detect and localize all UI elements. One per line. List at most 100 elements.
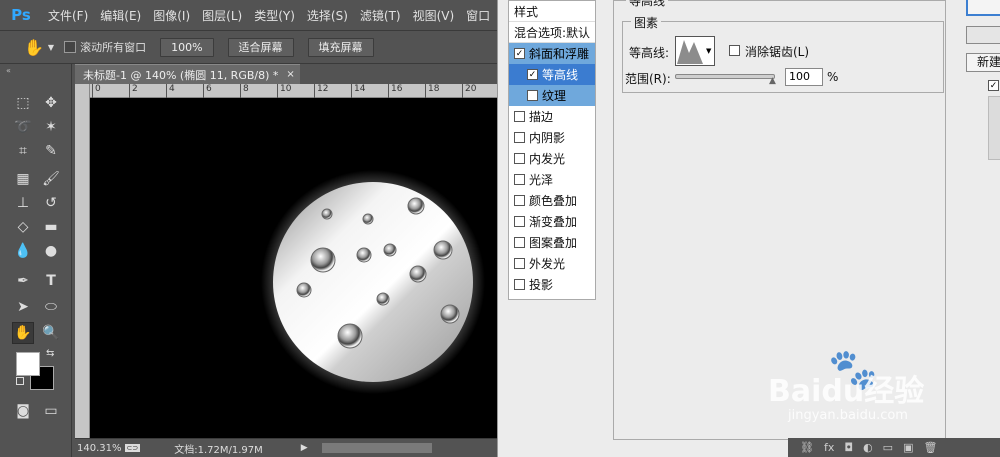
styles-header[interactable]: 样式: [509, 1, 595, 22]
marquee-icon[interactable]: ⬚: [12, 92, 34, 114]
style-label: 图案叠加: [529, 236, 578, 250]
style-item-texture[interactable]: 纹理: [509, 85, 595, 106]
fit-screen-button[interactable]: 适合屏幕: [227, 37, 294, 57]
range-input[interactable]: 100: [785, 68, 823, 86]
ruler-tick-label: 4: [166, 84, 175, 98]
contour-checkbox[interactable]: ✓: [527, 69, 538, 80]
preview-checkbox[interactable]: ✓: [988, 80, 999, 91]
magic-wand-icon[interactable]: ✶: [40, 116, 62, 138]
lasso-icon[interactable]: ➰: [12, 116, 34, 138]
menu-select[interactable]: 选择(S): [307, 7, 348, 24]
horizontal-scrollbar[interactable]: [321, 443, 432, 453]
zoom-level[interactable]: 140.31%: [77, 443, 122, 454]
new-layer-icon[interactable]: ▣: [903, 441, 913, 454]
folder-icon[interactable]: ▭: [883, 441, 893, 454]
range-slider[interactable]: [675, 74, 775, 79]
menu-view[interactable]: 视图(V): [413, 7, 455, 24]
scroll-all-checkbox[interactable]: [64, 41, 77, 53]
new-style-button[interactable]: 新建: [966, 53, 1000, 72]
link-icon[interactable]: ⛓: [800, 441, 814, 454]
pen-icon[interactable]: ✒: [12, 270, 34, 292]
style-item-pattern-overlay[interactable]: 图案叠加: [509, 232, 595, 253]
adjustment-icon[interactable]: ◐: [863, 441, 873, 454]
bevel-emboss-checkbox[interactable]: ✓: [514, 48, 525, 59]
color-overlay-checkbox[interactable]: [514, 195, 525, 206]
ruler-tick-label: 6: [203, 84, 212, 98]
contour-label: 等高线:: [629, 46, 670, 60]
style-item-inner-glow[interactable]: 内发光: [509, 148, 595, 169]
collapse-icon[interactable]: «: [6, 66, 11, 75]
eyedropper-icon[interactable]: ✎: [40, 140, 62, 162]
type-icon[interactable]: T: [40, 270, 62, 292]
document-tab[interactable]: 未标题-1 @ 140% (椭圆 11, RGB/8) * ×: [75, 64, 300, 84]
style-item-contour[interactable]: ✓ 等高线: [509, 64, 595, 85]
outer-glow-checkbox[interactable]: [514, 258, 525, 269]
style-item-gradient-overlay[interactable]: 渐变叠加: [509, 211, 595, 232]
style-label: 颜色叠加: [529, 194, 578, 208]
trash-icon[interactable]: 🗑: [923, 441, 937, 454]
style-item-color-overlay[interactable]: 颜色叠加: [509, 190, 595, 211]
antialias-checkbox[interactable]: [729, 45, 740, 56]
style-item-drop-shadow[interactable]: 投影: [509, 274, 595, 295]
menu-image[interactable]: 图像(I): [153, 7, 190, 24]
stroke-checkbox[interactable]: [514, 111, 525, 122]
gradient-overlay-checkbox[interactable]: [514, 216, 525, 227]
style-item-outer-glow[interactable]: 外发光: [509, 253, 595, 274]
menu-edit[interactable]: 编辑(E): [100, 7, 141, 24]
baidu-watermark-brand: Baidu经验: [768, 374, 925, 409]
contour-picker[interactable]: ▼: [675, 36, 715, 66]
horizontal-ruler: 0246810121416182022: [90, 84, 513, 98]
style-item-bevel-emboss[interactable]: ✓ 斜面和浮雕: [509, 43, 595, 64]
preset-dropdown-icon[interactable]: ▼: [48, 43, 54, 52]
contour-dropdown-icon[interactable]: ▼: [706, 47, 711, 65]
status-arrow-icon[interactable]: ▶: [301, 443, 308, 453]
quick-mask-icon[interactable]: ◙: [12, 400, 34, 422]
menu-layer[interactable]: 图层(L): [202, 7, 242, 24]
drop-shadow-checkbox[interactable]: [514, 279, 525, 290]
move-icon[interactable]: ✥: [40, 92, 62, 114]
zoom-100-button[interactable]: 100%: [160, 37, 214, 57]
crop-icon[interactable]: ⌗: [12, 140, 34, 162]
hand-icon[interactable]: ✋: [12, 322, 34, 344]
menu-type[interactable]: 类型(Y): [254, 7, 295, 24]
zoom-icon[interactable]: 🔍: [40, 322, 62, 344]
swap-colors-icon[interactable]: ⇆: [46, 348, 54, 359]
menu-file[interactable]: 文件(F): [48, 7, 88, 24]
mask-icon[interactable]: ◘: [844, 441, 853, 454]
inner-shadow-checkbox[interactable]: [514, 132, 525, 143]
cancel-button[interactable]: [966, 26, 1000, 44]
default-colors-icon[interactable]: [16, 377, 24, 385]
pattern-overlay-checkbox[interactable]: [514, 237, 525, 248]
fill-screen-button[interactable]: 填充屏幕: [307, 37, 374, 57]
brush-icon[interactable]: 🖌: [40, 168, 62, 190]
clone-stamp-icon[interactable]: ⊥: [12, 192, 34, 214]
foreground-color-swatch[interactable]: [16, 352, 40, 376]
ok-button[interactable]: [966, 0, 1000, 16]
history-brush-icon[interactable]: ↺: [40, 192, 62, 214]
close-tab-icon[interactable]: ×: [286, 69, 294, 80]
blend-options-item[interactable]: 混合选项:默认: [509, 22, 595, 43]
document-info: 文档:1.72M/1.97M: [174, 444, 263, 456]
satin-checkbox[interactable]: [514, 174, 525, 185]
canvas[interactable]: [90, 98, 510, 438]
ruler-tick-label: 0: [92, 84, 101, 98]
texture-checkbox[interactable]: [527, 90, 538, 101]
dodge-icon[interactable]: ●: [40, 240, 62, 262]
contour-curve-icon: [677, 40, 703, 64]
eraser-icon[interactable]: ◇: [12, 216, 34, 238]
blur-icon[interactable]: 💧: [12, 240, 34, 262]
healing-brush-icon[interactable]: ▦: [12, 168, 34, 190]
path-selection-icon[interactable]: ➤: [12, 296, 34, 318]
screen-mode-icon[interactable]: ▭: [40, 400, 62, 422]
fx-icon[interactable]: fx: [824, 441, 834, 454]
gradient-icon[interactable]: ▬: [40, 216, 62, 238]
ellipse-icon[interactable]: ⬭: [40, 296, 62, 318]
menu-window[interactable]: 窗口: [466, 7, 490, 24]
style-item-inner-shadow[interactable]: 内阴影: [509, 127, 595, 148]
menu-filter[interactable]: 滤镜(T): [360, 7, 401, 24]
style-item-stroke[interactable]: 描边: [509, 106, 595, 127]
inner-glow-checkbox[interactable]: [514, 153, 525, 164]
style-item-satin[interactable]: 光泽: [509, 169, 595, 190]
range-slider-handle[interactable]: ▲: [769, 76, 776, 86]
hand-tool-preset-icon[interactable]: ✋: [24, 38, 44, 57]
